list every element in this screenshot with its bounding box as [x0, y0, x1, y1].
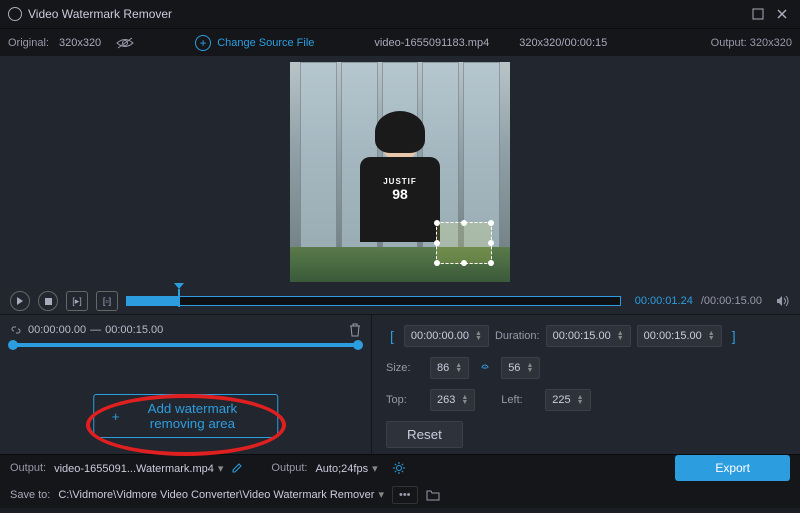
- original-label: Original:: [8, 37, 49, 49]
- link-icon: [10, 324, 24, 336]
- clip-start: 00:00:00.00: [28, 324, 86, 336]
- original-dims: 320x320: [59, 37, 101, 49]
- top-input[interactable]: 263▲▼: [430, 389, 475, 411]
- resize-handle[interactable]: [461, 260, 467, 266]
- left-label: Left:: [501, 394, 539, 406]
- save-path-dropdown[interactable]: C:\Vidmore\Vidmore Video Converter\Video…: [58, 488, 384, 501]
- save-to-label: Save to:: [10, 489, 50, 501]
- resize-handle[interactable]: [488, 260, 494, 266]
- watermark-selection-box[interactable]: [436, 222, 492, 264]
- clip-handle-end[interactable]: [353, 340, 363, 350]
- export-button[interactable]: Export: [675, 455, 790, 481]
- info-bar: Original: 320x320 + Change Source File v…: [0, 28, 800, 56]
- duration-input[interactable]: 00:00:15.00▲▼: [546, 325, 631, 347]
- video-preview[interactable]: JUSTIF 98: [0, 56, 800, 288]
- height-input[interactable]: 56▲▼: [501, 357, 540, 379]
- playback-controls: [▸] [▫] 00:00:01.24 /00:00:15.00: [0, 288, 800, 314]
- set-start-button[interactable]: [▸]: [66, 291, 88, 311]
- app-logo-icon: [8, 7, 22, 21]
- output-format-label: Output:: [271, 462, 307, 474]
- output-file-label: Output:: [10, 462, 46, 474]
- clip-row: 00:00:00.00 — 00:00:15.00: [10, 323, 361, 337]
- delete-clip-button[interactable]: [349, 323, 361, 337]
- browse-button[interactable]: •••: [392, 486, 418, 504]
- seek-playhead[interactable]: [178, 289, 180, 307]
- resize-handle[interactable]: [434, 260, 440, 266]
- editor-panels: 00:00:00.00 — 00:00:15.00 + Add watermar…: [0, 314, 800, 454]
- add-watermark-area-button[interactable]: + Add watermark removing area: [93, 394, 279, 438]
- seek-bar[interactable]: [126, 296, 621, 306]
- down-icon[interactable]: ▼: [617, 336, 624, 341]
- minimize-button[interactable]: [748, 4, 768, 24]
- size-label: Size:: [386, 362, 424, 374]
- play-button[interactable]: [10, 291, 30, 311]
- volume-icon[interactable]: [776, 295, 790, 307]
- clip-track[interactable]: [10, 343, 361, 347]
- source-filename: video-1655091183.mp4: [374, 37, 489, 49]
- down-icon[interactable]: ▼: [461, 400, 468, 405]
- total-duration: /00:00:15.00: [701, 295, 762, 307]
- app-title: Video Watermark Remover: [28, 7, 744, 21]
- shirt-text-1: JUSTIF: [360, 157, 440, 186]
- down-icon[interactable]: ▼: [577, 400, 584, 405]
- shirt-text-2: 98: [360, 186, 440, 202]
- resize-handle[interactable]: [434, 240, 440, 246]
- seek-progress: [127, 297, 179, 305]
- reset-button[interactable]: Reset: [386, 421, 463, 448]
- bracket-start-button[interactable]: [: [386, 328, 398, 344]
- clip-dash: —: [90, 324, 101, 336]
- width-input[interactable]: 86▲▼: [430, 357, 469, 379]
- clip-panel: 00:00:00.00 — 00:00:15.00 + Add watermar…: [0, 315, 372, 454]
- down-icon[interactable]: ▼: [526, 368, 533, 373]
- left-input[interactable]: 225▲▼: [545, 389, 590, 411]
- down-icon[interactable]: ▼: [455, 368, 462, 373]
- down-icon[interactable]: ▼: [708, 336, 715, 341]
- bracket-end-button[interactable]: ]: [728, 328, 740, 344]
- resize-handle[interactable]: [434, 220, 440, 226]
- open-folder-icon[interactable]: [426, 489, 440, 501]
- duration-label: Duration:: [495, 330, 540, 342]
- clip-handle-start[interactable]: [8, 340, 18, 350]
- source-dims-duration: 320x320/00:00:15: [519, 37, 607, 49]
- set-end-button[interactable]: [▫]: [96, 291, 118, 311]
- preview-toggle-icon[interactable]: [115, 36, 135, 50]
- plus-circle-icon: +: [195, 35, 211, 51]
- start-time-input[interactable]: 00:00:00.00▲▼: [404, 325, 489, 347]
- output-format-dropdown[interactable]: Auto;24fps: [315, 462, 377, 475]
- coords-panel: [ 00:00:00.00▲▼ Duration: 00:00:15.00▲▼ …: [372, 315, 800, 454]
- top-label: Top:: [386, 394, 424, 406]
- aspect-lock-icon[interactable]: [479, 362, 491, 374]
- down-icon[interactable]: ▼: [475, 336, 482, 341]
- stop-button[interactable]: [38, 291, 58, 311]
- settings-icon[interactable]: [392, 461, 406, 475]
- change-source-button[interactable]: + Change Source File: [195, 35, 314, 51]
- resize-handle[interactable]: [488, 220, 494, 226]
- output-bar: Output: video-1655091...Watermark.mp4 Ou…: [0, 454, 800, 481]
- video-frame: JUSTIF 98: [290, 62, 510, 282]
- output-label: Output: 320x320: [711, 37, 792, 49]
- change-source-label: Change Source File: [217, 37, 314, 49]
- resize-handle[interactable]: [488, 240, 494, 246]
- edit-filename-icon[interactable]: [231, 462, 243, 474]
- titlebar: Video Watermark Remover: [0, 0, 800, 28]
- current-time: 00:00:01.24: [635, 295, 693, 307]
- resize-handle[interactable]: [461, 220, 467, 226]
- end-time-input[interactable]: 00:00:15.00▲▼: [637, 325, 722, 347]
- plus-icon: +: [112, 409, 120, 424]
- add-area-label: Add watermark removing area: [126, 401, 260, 431]
- save-bar: Save to: C:\Vidmore\Vidmore Video Conver…: [0, 481, 800, 508]
- close-button[interactable]: [772, 4, 792, 24]
- clip-end: 00:00:15.00: [105, 324, 163, 336]
- output-file-dropdown[interactable]: video-1655091...Watermark.mp4: [54, 462, 223, 475]
